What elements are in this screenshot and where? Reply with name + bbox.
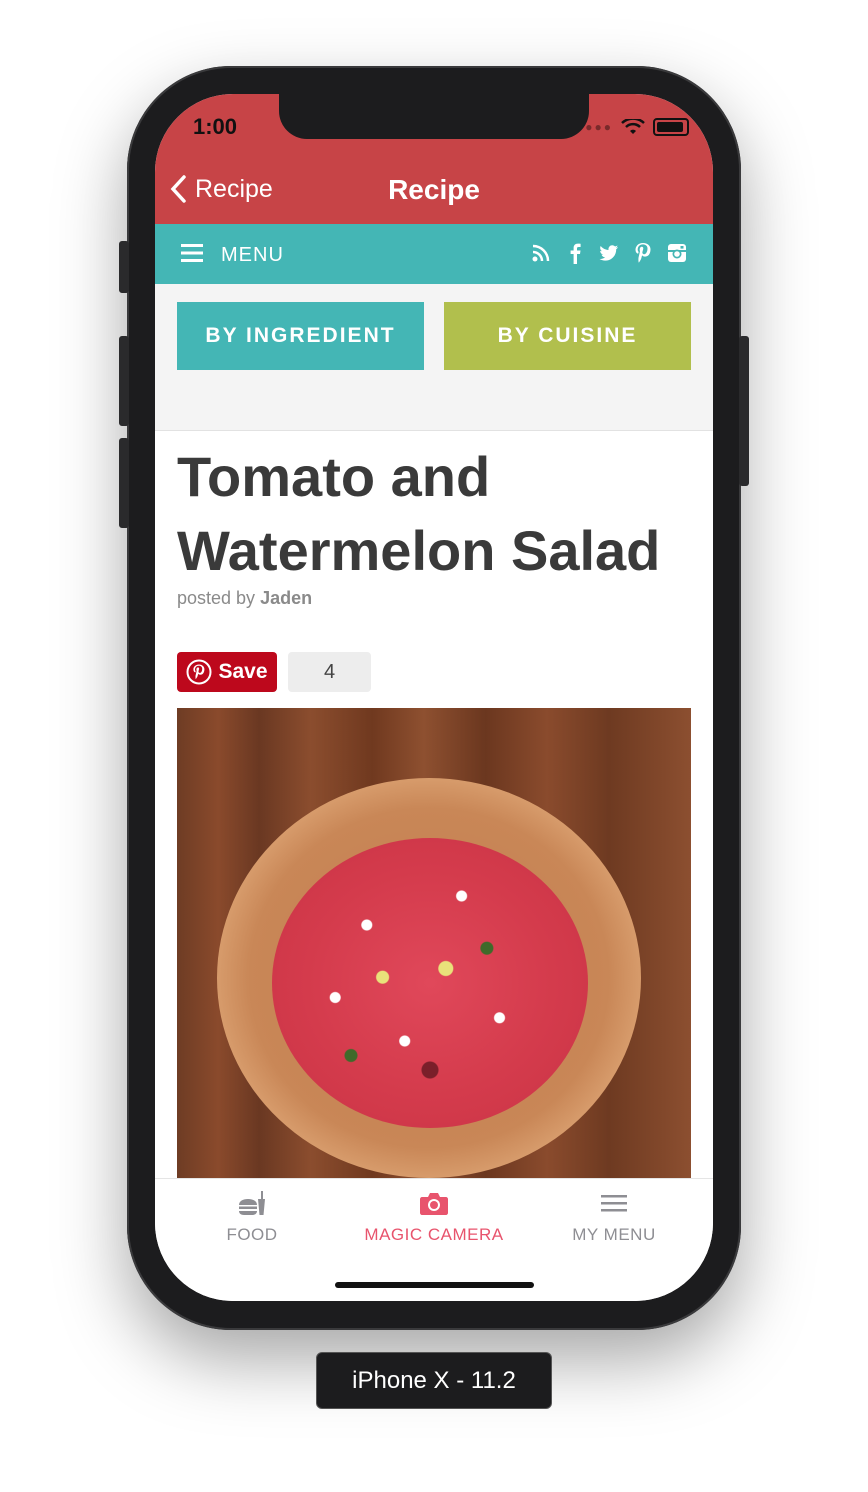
- wifi-icon: [621, 119, 645, 134]
- tab-magic-camera[interactable]: MAGIC CAMERA: [341, 1189, 527, 1245]
- food-icon: [239, 1191, 265, 1215]
- tab-food-label: FOOD: [226, 1225, 278, 1244]
- social-links: [531, 242, 687, 264]
- nav-title: Recipe: [388, 174, 480, 205]
- notch: [279, 94, 589, 139]
- pinterest-icon[interactable]: [633, 242, 653, 264]
- hamburger-icon[interactable]: [181, 244, 203, 262]
- status-time: 1:00: [193, 114, 238, 139]
- screen: 1:00 ●●●● Recipe Recipe MENU BY INGREDIE…: [155, 94, 713, 1301]
- camera-icon: [420, 1193, 448, 1215]
- recipe-photo: [177, 708, 691, 1180]
- by-ingredient-button[interactable]: BY INGREDIENT: [177, 302, 424, 370]
- recipe-title: Tomato and Watermelon Salad: [177, 440, 697, 588]
- power-button: [739, 336, 749, 486]
- silent-switch: [119, 241, 129, 293]
- volume-up-button: [119, 336, 129, 426]
- byline: posted by Jaden: [177, 588, 312, 609]
- rss-icon[interactable]: [531, 242, 551, 264]
- by-cuisine-button[interactable]: BY CUISINE: [444, 302, 691, 370]
- list-icon: [601, 1195, 627, 1212]
- battery-icon: [653, 118, 689, 136]
- posted-by-prefix: posted by: [177, 588, 256, 608]
- volume-down-button: [119, 438, 129, 528]
- author-link[interactable]: Jaden: [260, 588, 312, 608]
- recipe-title-line2: Watermelon Salad: [177, 519, 661, 582]
- recipe-title-line1: Tomato and: [177, 445, 491, 508]
- pinterest-icon: [186, 659, 212, 685]
- salad-image: [272, 838, 588, 1128]
- tab-my-menu[interactable]: MY MENU: [521, 1189, 707, 1245]
- pinterest-save-button[interactable]: Save: [177, 652, 277, 692]
- tab-my-menu-label: MY MENU: [572, 1225, 656, 1244]
- device-label: iPhone X - 11.2: [316, 1352, 552, 1409]
- status-indicators: ●●●●: [576, 118, 689, 136]
- menu-label[interactable]: MENU: [221, 244, 284, 267]
- tab-food[interactable]: FOOD: [159, 1189, 345, 1245]
- facebook-icon[interactable]: [565, 242, 585, 264]
- twitter-icon[interactable]: [599, 242, 619, 264]
- site-menu-bar: MENU: [155, 224, 713, 284]
- tab-magic-camera-label: MAGIC CAMERA: [364, 1225, 504, 1244]
- pinterest-save-label: Save: [218, 660, 268, 683]
- filter-section: BY INGREDIENT BY CUISINE: [155, 284, 713, 431]
- home-indicator[interactable]: [335, 1282, 534, 1288]
- instagram-icon[interactable]: [667, 242, 687, 264]
- pin-count-badge: 4: [288, 652, 371, 692]
